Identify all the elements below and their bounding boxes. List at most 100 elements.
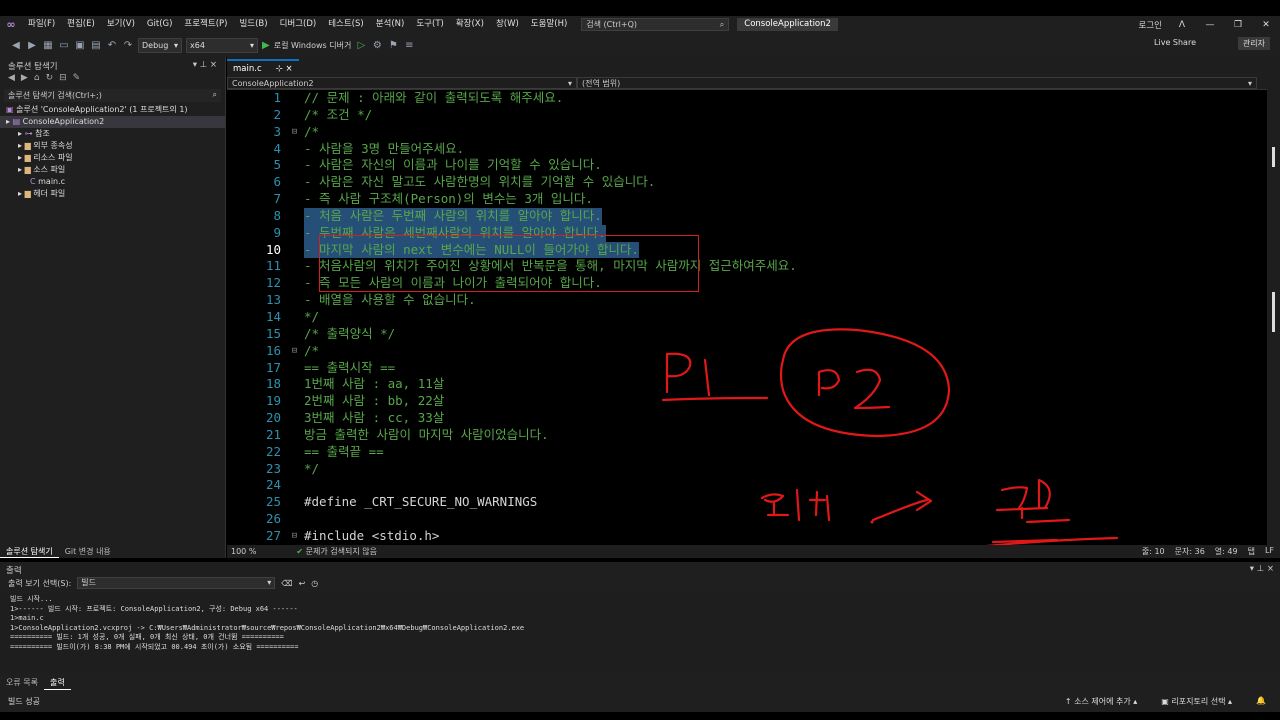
close-icon[interactable]: ⊹ × — [276, 64, 293, 74]
solution-tree: ▣ 솔루션 'ConsoleApplication2' (1 프로젝트의 1) ▸… — [0, 104, 225, 200]
properties-icon[interactable]: ✎ — [73, 73, 81, 85]
menu-item[interactable]: 확장(X) — [450, 16, 490, 33]
save-icon[interactable]: ▣ — [74, 40, 86, 51]
code-text: - 두번째 사람은 세번째사람의 위치를 알아야 합니다. — [304, 224, 606, 242]
tree-item[interactable]: ▸ ▆ 헤더 파일 — [0, 188, 225, 200]
menu-item[interactable]: Git(G) — [141, 16, 179, 33]
clock-icon[interactable]: ◷ — [311, 579, 318, 588]
menu-item[interactable]: 테스트(S) — [322, 16, 370, 33]
tree-item[interactable]: C main.c — [0, 176, 225, 188]
repo-button[interactable]: ▣ 리포지토리 선택 ▴ — [1161, 696, 1232, 707]
home-icon[interactable]: ⌂ — [34, 73, 40, 85]
tab-main-c[interactable]: main.c ⊹ × — [227, 59, 299, 77]
comment-icon[interactable]: ≡ — [403, 40, 415, 51]
output-tab[interactable]: 오류 목록 — [0, 676, 44, 690]
bottom-black-bar — [0, 712, 1280, 720]
tools-icon[interactable]: ⚙ — [371, 40, 383, 51]
status-right: ↑ 소스 제어에 추가 ▴ ▣ 리포지토리 선택 ▴ 🔔 — [1065, 696, 1280, 707]
open-icon[interactable]: ▭ — [58, 40, 70, 51]
admin-badge[interactable]: 관리자 — [1237, 37, 1270, 50]
back-icon[interactable]: ◀ — [10, 40, 22, 51]
maximize-button[interactable]: ❐ — [1224, 20, 1252, 30]
close-button[interactable]: ✕ — [1252, 20, 1280, 30]
code-text: 1번째 사람 : aa, 11살 — [304, 376, 445, 392]
redo-icon[interactable]: ↷ — [122, 40, 134, 51]
fold-marker-icon[interactable]: ⊟ — [285, 528, 304, 545]
sidebar-tab[interactable]: 솔루션 탐색기 — [0, 545, 59, 558]
pin-icon[interactable]: ▾ ⊥ × — [1250, 564, 1274, 574]
menu-item[interactable]: 프로젝트(P) — [178, 16, 233, 33]
nav-project-select[interactable]: ConsoleApplication2 ▾ — [227, 77, 577, 89]
fold-marker-icon — [285, 191, 304, 208]
solution-search-input[interactable]: 솔루션 탐색기 검색(Ctrl+;) ⌕ — [4, 89, 221, 102]
line-ending[interactable]: LF — [1265, 546, 1274, 557]
line-number: 11 — [265, 258, 281, 274]
refresh-icon[interactable]: ↻ — [46, 73, 54, 85]
tree-item[interactable]: ▸ ▤ ConsoleApplication2 — [0, 116, 225, 128]
undo-icon[interactable]: ↶ — [106, 40, 118, 51]
tree-item[interactable]: ▸ ▆ 리소스 파일 — [0, 152, 225, 164]
code-text: - 마지막 사람의 next 변수에는 NULL이 들어가야 합니다. — [304, 241, 639, 259]
start-debug-label[interactable]: 로컬 Windows 디버거 — [274, 40, 352, 51]
clear-icon[interactable]: ⌫ — [281, 579, 292, 588]
tree-item[interactable]: ▸ ▆ 외부 종속성 — [0, 140, 225, 152]
zoom-level[interactable]: 100 % — [231, 547, 256, 556]
collapse-icon[interactable]: ⊟ — [59, 73, 67, 85]
minimize-button[interactable]: — — [1196, 20, 1224, 30]
indent-mode[interactable]: 탭 — [1248, 546, 1255, 557]
chevron-down-icon: ▾ — [173, 40, 178, 50]
code-text: */ — [304, 308, 320, 324]
save-all-icon[interactable]: ▤ — [90, 40, 102, 51]
account-icon[interactable]: ⴷ — [1168, 20, 1196, 30]
output-source-select[interactable]: 빌드 ▾ — [77, 577, 276, 589]
sidebar-tab[interactable]: Git 변경 내용 — [59, 545, 117, 558]
editor-scrollbar[interactable] — [1267, 77, 1280, 545]
platform-select[interactable]: x64 ▾ — [186, 37, 258, 53]
menu-item[interactable]: 보기(V) — [101, 16, 141, 33]
code-area[interactable]: 1// 문제 : 아래와 같이 출력되도록 해주세요. 2/* 조건 */3 ⊟/*… — [227, 90, 1267, 545]
menu-item[interactable]: 분석(N) — [370, 16, 411, 33]
notification-icon[interactable]: 🔔 — [1256, 696, 1266, 707]
nav-scope-select[interactable]: (전역 범위) ▾ — [577, 77, 1257, 89]
new-project-icon[interactable]: ▦ — [42, 40, 54, 51]
fold-marker-icon[interactable]: ⊟ — [285, 343, 304, 360]
config-select[interactable]: Debug ▾ — [138, 37, 182, 53]
menu-item[interactable]: 편집(E) — [61, 16, 101, 33]
menu-item[interactable]: 디버그(D) — [274, 16, 323, 33]
start-without-debug-icon[interactable]: ▷ — [355, 40, 367, 51]
fold-marker-icon — [285, 225, 304, 242]
output-line: ========== 빌드이(가) 8:38 PM에 시작되었고 00.494 … — [10, 642, 299, 651]
top-black-bar — [0, 0, 1280, 16]
forward-icon[interactable]: ▶ — [21, 73, 28, 85]
menu-item[interactable]: 창(W) — [490, 16, 525, 33]
pin-icon[interactable]: ▾ ⊥ × — [193, 60, 217, 70]
tree-item[interactable]: ▸ ⊶ 참조 — [0, 128, 225, 140]
wrap-icon[interactable]: ↩ — [299, 579, 306, 588]
code-line: 6 - 사람은 자신 말고도 사람한명의 위치를 기억할 수 있습니다. — [227, 174, 1267, 191]
source-control-button[interactable]: ↑ 소스 제어에 추가 ▴ — [1065, 696, 1137, 707]
search-box[interactable]: 검색 (Ctrl+Q) ⌕ — [581, 18, 730, 31]
start-debug-icon[interactable]: ▶ — [262, 40, 270, 51]
issues-status[interactable]: ✔ 문제가 검색되지 않음 — [296, 546, 377, 557]
forward-icon[interactable]: ▶ — [26, 40, 38, 51]
menu-item[interactable]: 도움말(H) — [525, 16, 573, 33]
tree-item[interactable]: ▸ ▆ 소스 파일 — [0, 164, 225, 176]
menu-item[interactable]: 빌드(B) — [233, 16, 273, 33]
login-link[interactable]: 로그인 — [1139, 19, 1162, 31]
menu-item[interactable]: 도구(T) — [410, 16, 449, 33]
fold-marker-icon[interactable]: ⊟ — [285, 124, 304, 141]
output-text[interactable]: 빌드 시작... 1>------ 빌드 시작: 프로젝트: ConsoleApp… — [0, 593, 1280, 673]
tree-item[interactable]: ▣ 솔루션 'ConsoleApplication2' (1 프로젝트의 1) — [0, 104, 225, 116]
code-text: #include <stdio.h> — [304, 527, 440, 543]
output-tab[interactable]: 출력 — [43, 676, 71, 690]
live-share-button[interactable]: Live Share — [1154, 38, 1196, 47]
editor-tab-row: main.c ⊹ × — [227, 57, 1280, 77]
scroll-thumb[interactable] — [1272, 147, 1275, 167]
char-number: 문자: 36 — [1174, 547, 1205, 556]
code-text: - 사람을 3명 만들어주세요. — [304, 140, 465, 156]
code-lines: 1// 문제 : 아래와 같이 출력되도록 해주세요. 2/* 조건 */3 ⊟/*… — [227, 90, 1267, 545]
back-icon[interactable]: ◀ — [8, 73, 15, 85]
menu-item[interactable]: 파일(F) — [22, 16, 61, 33]
code-text: #define _CRT_SECURE_NO_WARNINGS — [304, 494, 538, 510]
bookmark-icon[interactable]: ⚑ — [387, 40, 399, 51]
